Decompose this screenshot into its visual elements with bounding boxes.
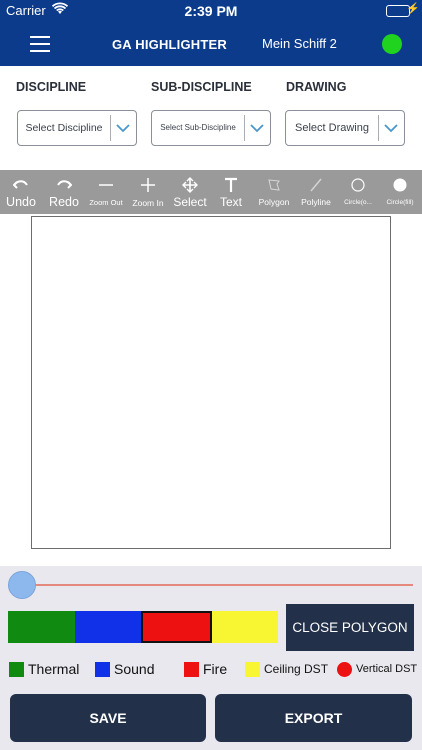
drawing-dropdown[interactable]: Select Drawing: [285, 110, 405, 146]
circle-fill-button[interactable]: Circle(fill): [380, 173, 420, 206]
polyline-icon: [296, 173, 336, 195]
discipline-value: Select Discipline: [25, 122, 103, 134]
sound-label: Sound: [114, 661, 155, 677]
canvas-area: [0, 214, 422, 566]
fire-swatch: [184, 661, 199, 677]
redo-icon: [45, 173, 83, 195]
circle-fill-label: Circle(fill): [386, 199, 414, 206]
legend-item-sound: Sound: [95, 659, 154, 679]
polyline-label: Polyline: [301, 197, 331, 207]
minus-icon: [86, 173, 126, 195]
charging-icon: ⚡: [406, 3, 420, 15]
select-label: Select: [173, 195, 207, 209]
chevron-down-icon: [248, 119, 266, 137]
drawing-label: DRAWING: [286, 80, 347, 94]
ceiling-dst-label: Ceiling DST: [264, 662, 329, 676]
sub-discipline-dropdown[interactable]: Select Sub-Discipline: [151, 110, 271, 146]
hamburger-icon[interactable]: [30, 36, 50, 52]
undo-button[interactable]: Undo: [2, 173, 40, 209]
sound-swatch: [95, 661, 110, 677]
legend-item-ceiling-dst: Ceiling DST: [245, 659, 328, 679]
export-button[interactable]: EXPORT: [215, 694, 412, 742]
filter-bar: DISCIPLINE SUB-DISCIPLINE DRAWING Select…: [0, 66, 422, 170]
drawing-canvas[interactable]: [31, 216, 391, 549]
move-icon: [170, 173, 210, 195]
color-swatch[interactable]: [8, 611, 75, 643]
vertical-dst-label: Vertical DST: [356, 663, 418, 675]
undo-label: Undo: [6, 195, 36, 209]
circle-fill-icon: [380, 173, 420, 195]
page-title: GA HIGHLIGHTER: [112, 37, 227, 52]
redo-label: Redo: [49, 195, 79, 209]
nav-bar: GA HIGHLIGHTER Mein Schiff 2: [0, 22, 422, 66]
polyline-button[interactable]: Polyline: [296, 173, 336, 207]
opacity-slider-thumb[interactable]: [8, 571, 36, 599]
close-polygon-button[interactable]: CLOSE POLYGON: [286, 604, 414, 651]
zoom-in-button[interactable]: Zoom In: [129, 173, 167, 208]
status-bar: Carrier 2:39 PM ⚡: [0, 0, 422, 22]
text-icon: [214, 173, 248, 195]
vertical-dst-swatch: [337, 661, 352, 677]
circle-outline-icon: [338, 173, 378, 195]
text-tool-label: Text: [219, 195, 242, 209]
drawing-toolbar: Undo Redo Zoom Out Zoom In Select Text P…: [0, 170, 422, 214]
connection-status-indicator: [382, 34, 402, 54]
opacity-slider-track[interactable]: [20, 584, 413, 586]
polygon-icon: [254, 173, 294, 195]
clock: 2:39 PM: [184, 3, 238, 19]
chevron-down-icon: [114, 119, 132, 137]
text-tool-button[interactable]: Text: [214, 173, 248, 209]
discipline-label: DISCIPLINE: [16, 80, 87, 94]
thermal-label: Thermal: [28, 661, 80, 677]
ceiling-dst-swatch: [245, 661, 260, 677]
save-button[interactable]: SAVE: [10, 694, 206, 742]
chevron-down-icon: [382, 119, 400, 137]
circle-outline-button[interactable]: Circle(o...: [338, 173, 378, 206]
color-swatches: [8, 611, 278, 643]
undo-icon: [2, 173, 40, 195]
select-button[interactable]: Select: [170, 173, 210, 209]
legend-item-thermal: Thermal: [9, 659, 79, 679]
polygon-label: Polygon: [258, 197, 290, 207]
zoom-out-label: Zoom Out: [89, 198, 123, 207]
color-swatch[interactable]: [211, 611, 278, 643]
discipline-dropdown[interactable]: Select Discipline: [17, 110, 137, 146]
bottom-panel: CLOSE POLYGON Thermal Sound Fire Ceiling…: [0, 566, 422, 750]
redo-button[interactable]: Redo: [45, 173, 83, 209]
polygon-button[interactable]: Polygon: [254, 173, 294, 207]
sub-discipline-label: SUB-DISCIPLINE: [151, 80, 252, 94]
color-swatch[interactable]: [141, 611, 212, 643]
plus-icon: [129, 173, 167, 195]
zoom-in-label: Zoom In: [132, 198, 164, 208]
legend: Thermal Sound Fire Ceiling DST Vertical …: [0, 659, 422, 681]
circle-outline-label: Circle(o...: [344, 199, 372, 206]
ship-name: Mein Schiff 2: [262, 36, 337, 51]
thermal-swatch: [9, 661, 24, 677]
color-swatch[interactable]: [74, 611, 141, 643]
fire-label: Fire: [203, 661, 228, 677]
drawing-value: Select Drawing: [295, 122, 369, 134]
legend-item-vertical-dst: Vertical DST: [337, 659, 417, 679]
zoom-out-button[interactable]: Zoom Out: [86, 173, 126, 207]
sub-discipline-value: Select Sub-Discipline: [160, 123, 236, 132]
legend-item-fire: Fire: [184, 659, 227, 679]
